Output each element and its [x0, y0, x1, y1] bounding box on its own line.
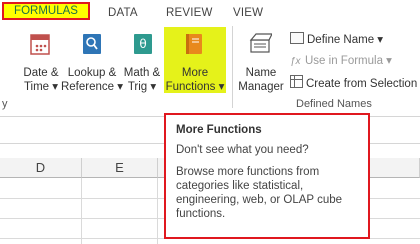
group-separator — [232, 26, 233, 108]
tooltip-title: More Functions — [176, 124, 262, 136]
lookup-reference-button[interactable]: Lookup & Reference ▾ — [60, 66, 124, 94]
name-manager-icon — [249, 33, 272, 53]
more-functions-label-1: More — [181, 67, 209, 79]
more-functions-button[interactable]: More Functions ▾ — [164, 66, 226, 94]
lookup-reference-label-1: Lookup & — [67, 67, 117, 79]
create-from-selection-button[interactable]: Create from Selection — [290, 75, 417, 90]
more-functions-label-2: Functions ▾ — [165, 81, 225, 93]
create-from-selection-icon — [290, 75, 303, 88]
math-trig-icon: θ — [134, 34, 152, 54]
name-manager-label-2: Manager — [238, 81, 284, 93]
math-trig-button[interactable]: Math & Trig ▾ — [119, 66, 165, 94]
tab-view[interactable]: VIEW — [233, 7, 263, 19]
date-time-icon — [30, 34, 50, 55]
group-label-defined-names: Defined Names — [296, 98, 372, 110]
define-name-label: Define Name ▾ — [307, 34, 384, 46]
math-trig-label-2: Trig ▾ — [127, 81, 157, 93]
tab-review[interactable]: REVIEW — [166, 7, 213, 19]
fx-icon: ƒx — [290, 56, 301, 67]
more-functions-icon — [186, 34, 202, 54]
lookup-reference-icon — [83, 34, 101, 54]
create-from-selection-label: Create from Selection — [306, 78, 418, 90]
group-label-partial: y — [2, 98, 8, 110]
name-manager-label-1: Name — [245, 67, 277, 79]
use-in-formula-button[interactable]: ƒx Use in Formula ▾ — [290, 53, 392, 67]
tooltip-description: Browse more functions from categories li… — [176, 166, 343, 220]
gridline — [81, 178, 82, 244]
svg-text:θ: θ — [139, 37, 146, 51]
define-name-icon — [290, 32, 304, 44]
tab-formulas[interactable]: FORMULAS — [2, 2, 90, 20]
more-functions-tooltip: More Functions Don't see what you need? … — [164, 113, 370, 239]
gridline — [157, 178, 158, 244]
use-in-formula-label: Use in Formula ▾ — [305, 55, 392, 67]
name-manager-button[interactable]: Name Manager — [236, 66, 286, 94]
column-header-d[interactable]: D — [0, 158, 82, 178]
math-trig-label-1: Math & — [123, 67, 161, 79]
tab-data[interactable]: DATA — [108, 7, 138, 19]
column-header-e[interactable]: E — [82, 158, 158, 178]
lookup-reference-label-2: Reference ▾ — [60, 81, 124, 93]
define-name-button[interactable]: Define Name ▾ — [290, 32, 383, 46]
tooltip-question: Don't see what you need? — [176, 144, 309, 156]
